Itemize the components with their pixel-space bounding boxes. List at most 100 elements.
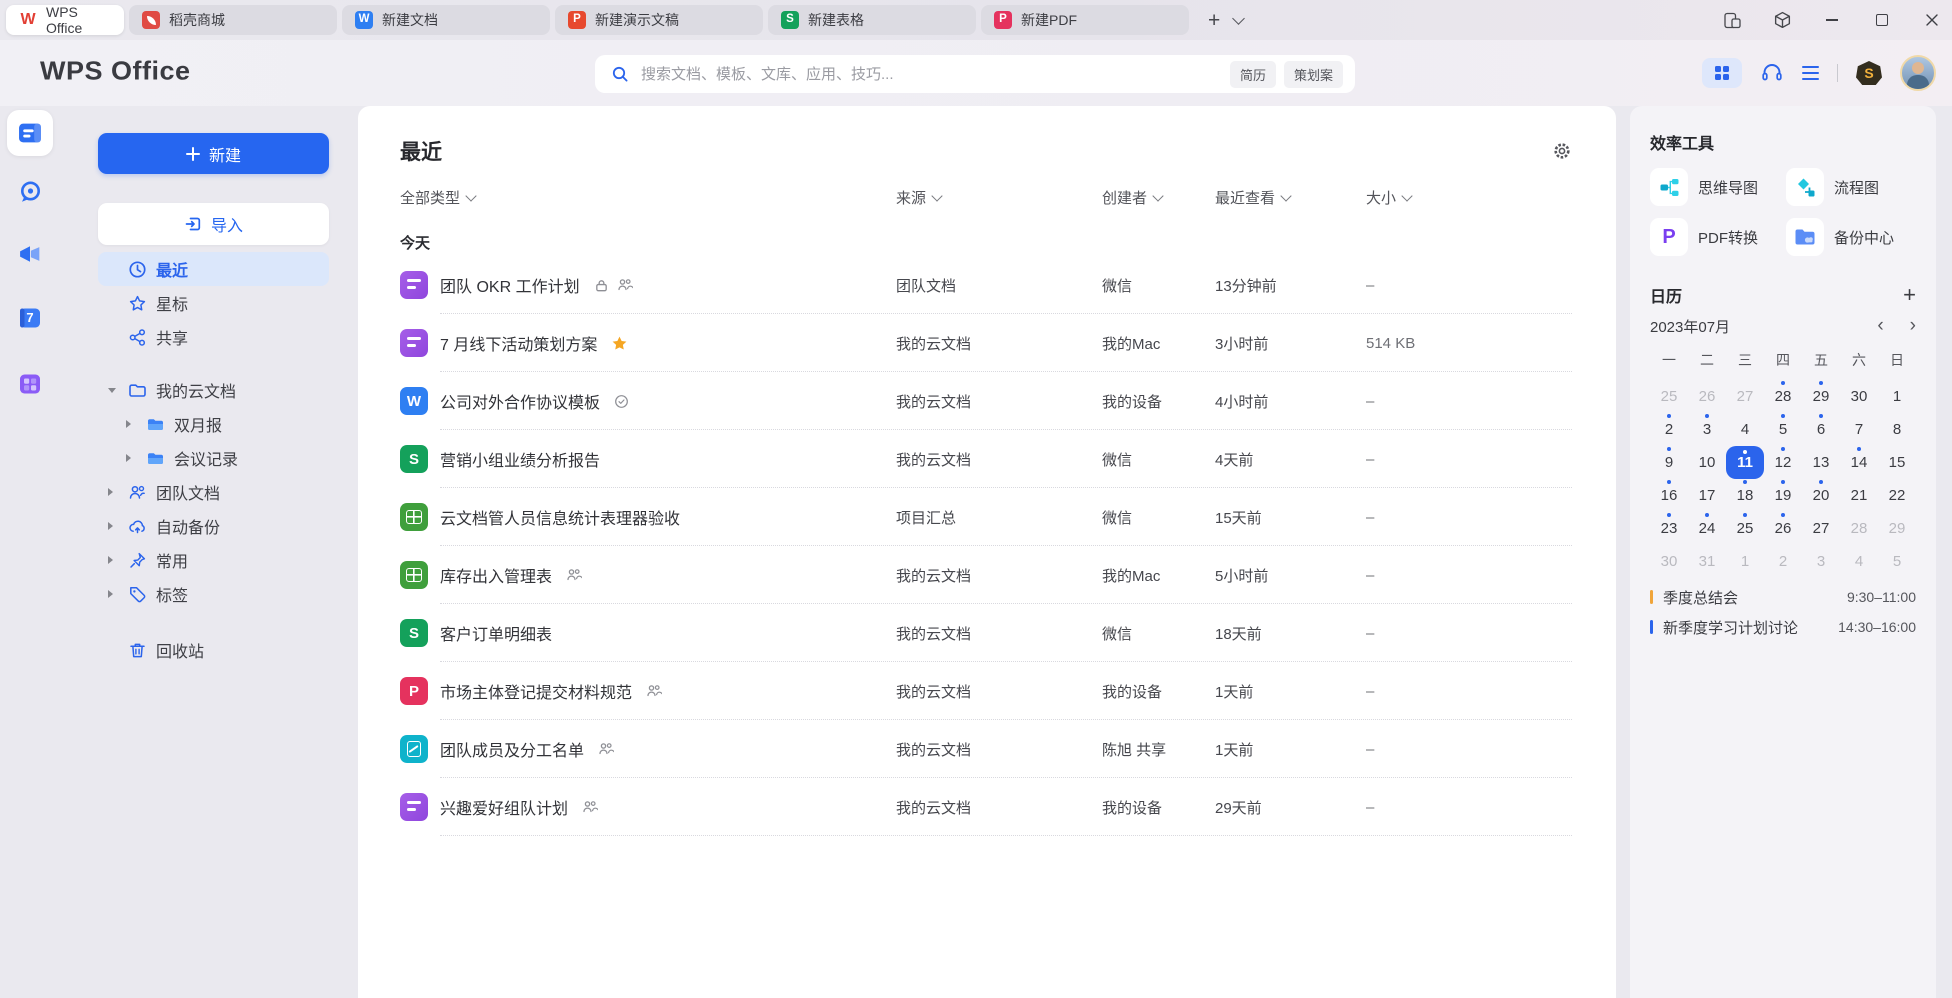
calendar-day-cell[interactable]: 20: [1802, 479, 1840, 512]
file-row[interactable]: 7 月线下活动策划方案 我的云文档 我的Mac 3小时前 514 KB: [400, 314, 1572, 372]
filter-all-types[interactable]: 全部类型: [400, 187, 896, 208]
maximize-button[interactable]: [1872, 10, 1892, 30]
user-avatar[interactable]: [1900, 55, 1936, 91]
calendar-day-cell[interactable]: 27: [1802, 512, 1840, 545]
app-tab[interactable]: 稻壳商城: [129, 5, 337, 35]
calendar-event[interactable]: 季度总结会 9:30–11:00: [1650, 582, 1916, 612]
calendar-day-cell[interactable]: 10: [1688, 446, 1726, 479]
sidebar-item-starred[interactable]: 星标: [98, 286, 329, 320]
app-tab[interactable]: W WPS Office: [6, 5, 124, 35]
app-tab[interactable]: P 新建PDF: [981, 5, 1189, 35]
list-settings-gear-icon[interactable]: [1552, 141, 1572, 161]
calendar-day-cell[interactable]: 30: [1650, 545, 1688, 578]
main-menu-icon[interactable]: [1802, 66, 1819, 81]
calendar-day-cell[interactable]: 27: [1726, 380, 1764, 413]
import-button[interactable]: 导入: [98, 203, 329, 245]
svip-badge[interactable]: S: [1856, 61, 1882, 85]
workspace-switch-button[interactable]: [1772, 10, 1792, 30]
search-input[interactable]: [639, 65, 1222, 84]
calendar-day-cell[interactable]: 11: [1726, 446, 1764, 479]
calendar-prev-button[interactable]: ‹: [1877, 315, 1883, 337]
calendar-day-cell[interactable]: 5: [1764, 413, 1802, 446]
new-document-button[interactable]: 新建: [98, 133, 329, 174]
calendar-day-cell[interactable]: 28: [1840, 512, 1878, 545]
tool-mindmap[interactable]: 思维导图: [1650, 168, 1780, 206]
calendar-day-cell[interactable]: 19: [1764, 479, 1802, 512]
file-row[interactable]: S 营销小组业绩分析报告 我的云文档 微信 4天前 –: [400, 430, 1572, 488]
calendar-day-cell[interactable]: 4: [1840, 545, 1878, 578]
sidebar-item-bimonthly-report[interactable]: 双月报: [116, 407, 329, 441]
search-tag-plan[interactable]: 策划案: [1284, 61, 1343, 88]
calendar-day-cell[interactable]: 3: [1802, 545, 1840, 578]
calendar-day-cell[interactable]: 31: [1688, 545, 1726, 578]
filter-source[interactable]: 来源: [896, 187, 1102, 208]
calendar-day-cell[interactable]: 3: [1688, 413, 1726, 446]
calendar-day-cell[interactable]: 29: [1802, 380, 1840, 413]
sidebar-item-my-cloud-docs[interactable]: 我的云文档: [98, 373, 329, 407]
rail-chat-button[interactable]: [7, 169, 53, 215]
calendar-day-cell[interactable]: 1: [1726, 545, 1764, 578]
caret-right-icon[interactable]: [126, 454, 131, 462]
calendar-day-cell[interactable]: 15: [1878, 446, 1916, 479]
mobile-connect-button[interactable]: [1722, 10, 1742, 30]
caret-right-icon[interactable]: [108, 556, 113, 564]
calendar-day-cell[interactable]: 21: [1840, 479, 1878, 512]
calendar-day-cell[interactable]: 9: [1650, 446, 1688, 479]
file-row[interactable]: 兴趣爱好组队计划 我的云文档 我的设备 29天前 –: [400, 778, 1572, 836]
apps-grid-button[interactable]: [1702, 58, 1742, 88]
calendar-day-cell[interactable]: 8: [1878, 413, 1916, 446]
calendar-event[interactable]: 新季度学习计划讨论 14:30–16:00: [1650, 612, 1916, 642]
file-row[interactable]: S 客户订单明细表 我的云文档 微信 18天前 –: [400, 604, 1572, 662]
caret-right-icon[interactable]: [108, 488, 113, 496]
app-tab[interactable]: W 新建文档: [342, 5, 550, 35]
global-search-bar[interactable]: 简历 策划案: [595, 55, 1355, 93]
sidebar-item-trash[interactable]: 回收站: [98, 633, 329, 667]
caret-right-icon[interactable]: [108, 522, 113, 530]
minimize-button[interactable]: [1822, 10, 1842, 30]
caret-right-icon[interactable]: [108, 590, 113, 598]
calendar-day-cell[interactable]: 4: [1726, 413, 1764, 446]
file-row[interactable]: 库存出入管理表 我的云文档 我的Mac 5小时前 –: [400, 546, 1572, 604]
calendar-day-cell[interactable]: 12: [1764, 446, 1802, 479]
rail-apps-button[interactable]: [7, 361, 53, 407]
sidebar-item-tags[interactable]: 标签: [98, 577, 329, 611]
app-tab[interactable]: P 新建演示文稿: [555, 5, 763, 35]
add-event-button[interactable]: +: [1903, 284, 1916, 306]
calendar-day-cell[interactable]: 26: [1688, 380, 1726, 413]
calendar-day-cell[interactable]: 14: [1840, 446, 1878, 479]
rail-calendar-button[interactable]: 7: [7, 295, 53, 341]
calendar-day-cell[interactable]: 5: [1878, 545, 1916, 578]
calendar-day-cell[interactable]: 2: [1650, 413, 1688, 446]
calendar-day-cell[interactable]: 25: [1726, 512, 1764, 545]
calendar-day-cell[interactable]: 25: [1650, 380, 1688, 413]
calendar-day-cell[interactable]: 2: [1764, 545, 1802, 578]
tab-list-dropdown-icon[interactable]: [1232, 12, 1245, 25]
sidebar-item-team-docs[interactable]: 团队文档: [98, 475, 329, 509]
tool-backup-center[interactable]: 备份中心: [1786, 218, 1916, 256]
calendar-day-cell[interactable]: 6: [1802, 413, 1840, 446]
caret-right-icon[interactable]: [126, 420, 131, 428]
calendar-day-cell[interactable]: 1: [1878, 380, 1916, 413]
calendar-day-cell[interactable]: 29: [1878, 512, 1916, 545]
tool-pdf-convert[interactable]: P PDF转换: [1650, 218, 1780, 256]
rail-meeting-button[interactable]: [7, 231, 53, 277]
file-row[interactable]: P 市场主体登记提交材料规范 我的云文档 我的设备 1天前 –: [400, 662, 1572, 720]
rail-documents-button[interactable]: [7, 110, 53, 156]
tool-flowchart[interactable]: 流程图: [1786, 168, 1916, 206]
filter-creator[interactable]: 创建者: [1102, 187, 1215, 208]
calendar-day-cell[interactable]: 28: [1764, 380, 1802, 413]
filter-last-viewed[interactable]: 最近查看: [1215, 187, 1366, 208]
file-row[interactable]: 团队 OKR 工作计划 团队文档 微信 13分钟前 –: [400, 256, 1572, 314]
sidebar-item-shared[interactable]: 共享: [98, 320, 329, 354]
new-tab-button[interactable]: +: [1208, 10, 1220, 31]
calendar-day-cell[interactable]: 23: [1650, 512, 1688, 545]
calendar-day-cell[interactable]: 17: [1688, 479, 1726, 512]
calendar-day-cell[interactable]: 16: [1650, 479, 1688, 512]
file-row[interactable]: W 公司对外合作协议模板 我的云文档 我的设备 4小时前 –: [400, 372, 1572, 430]
close-button[interactable]: [1922, 10, 1942, 30]
sidebar-item-frequent[interactable]: 常用: [98, 543, 329, 577]
caret-down-icon[interactable]: [108, 388, 116, 393]
calendar-day-cell[interactable]: 18: [1726, 479, 1764, 512]
calendar-day-cell[interactable]: 7: [1840, 413, 1878, 446]
calendar-day-cell[interactable]: 13: [1802, 446, 1840, 479]
